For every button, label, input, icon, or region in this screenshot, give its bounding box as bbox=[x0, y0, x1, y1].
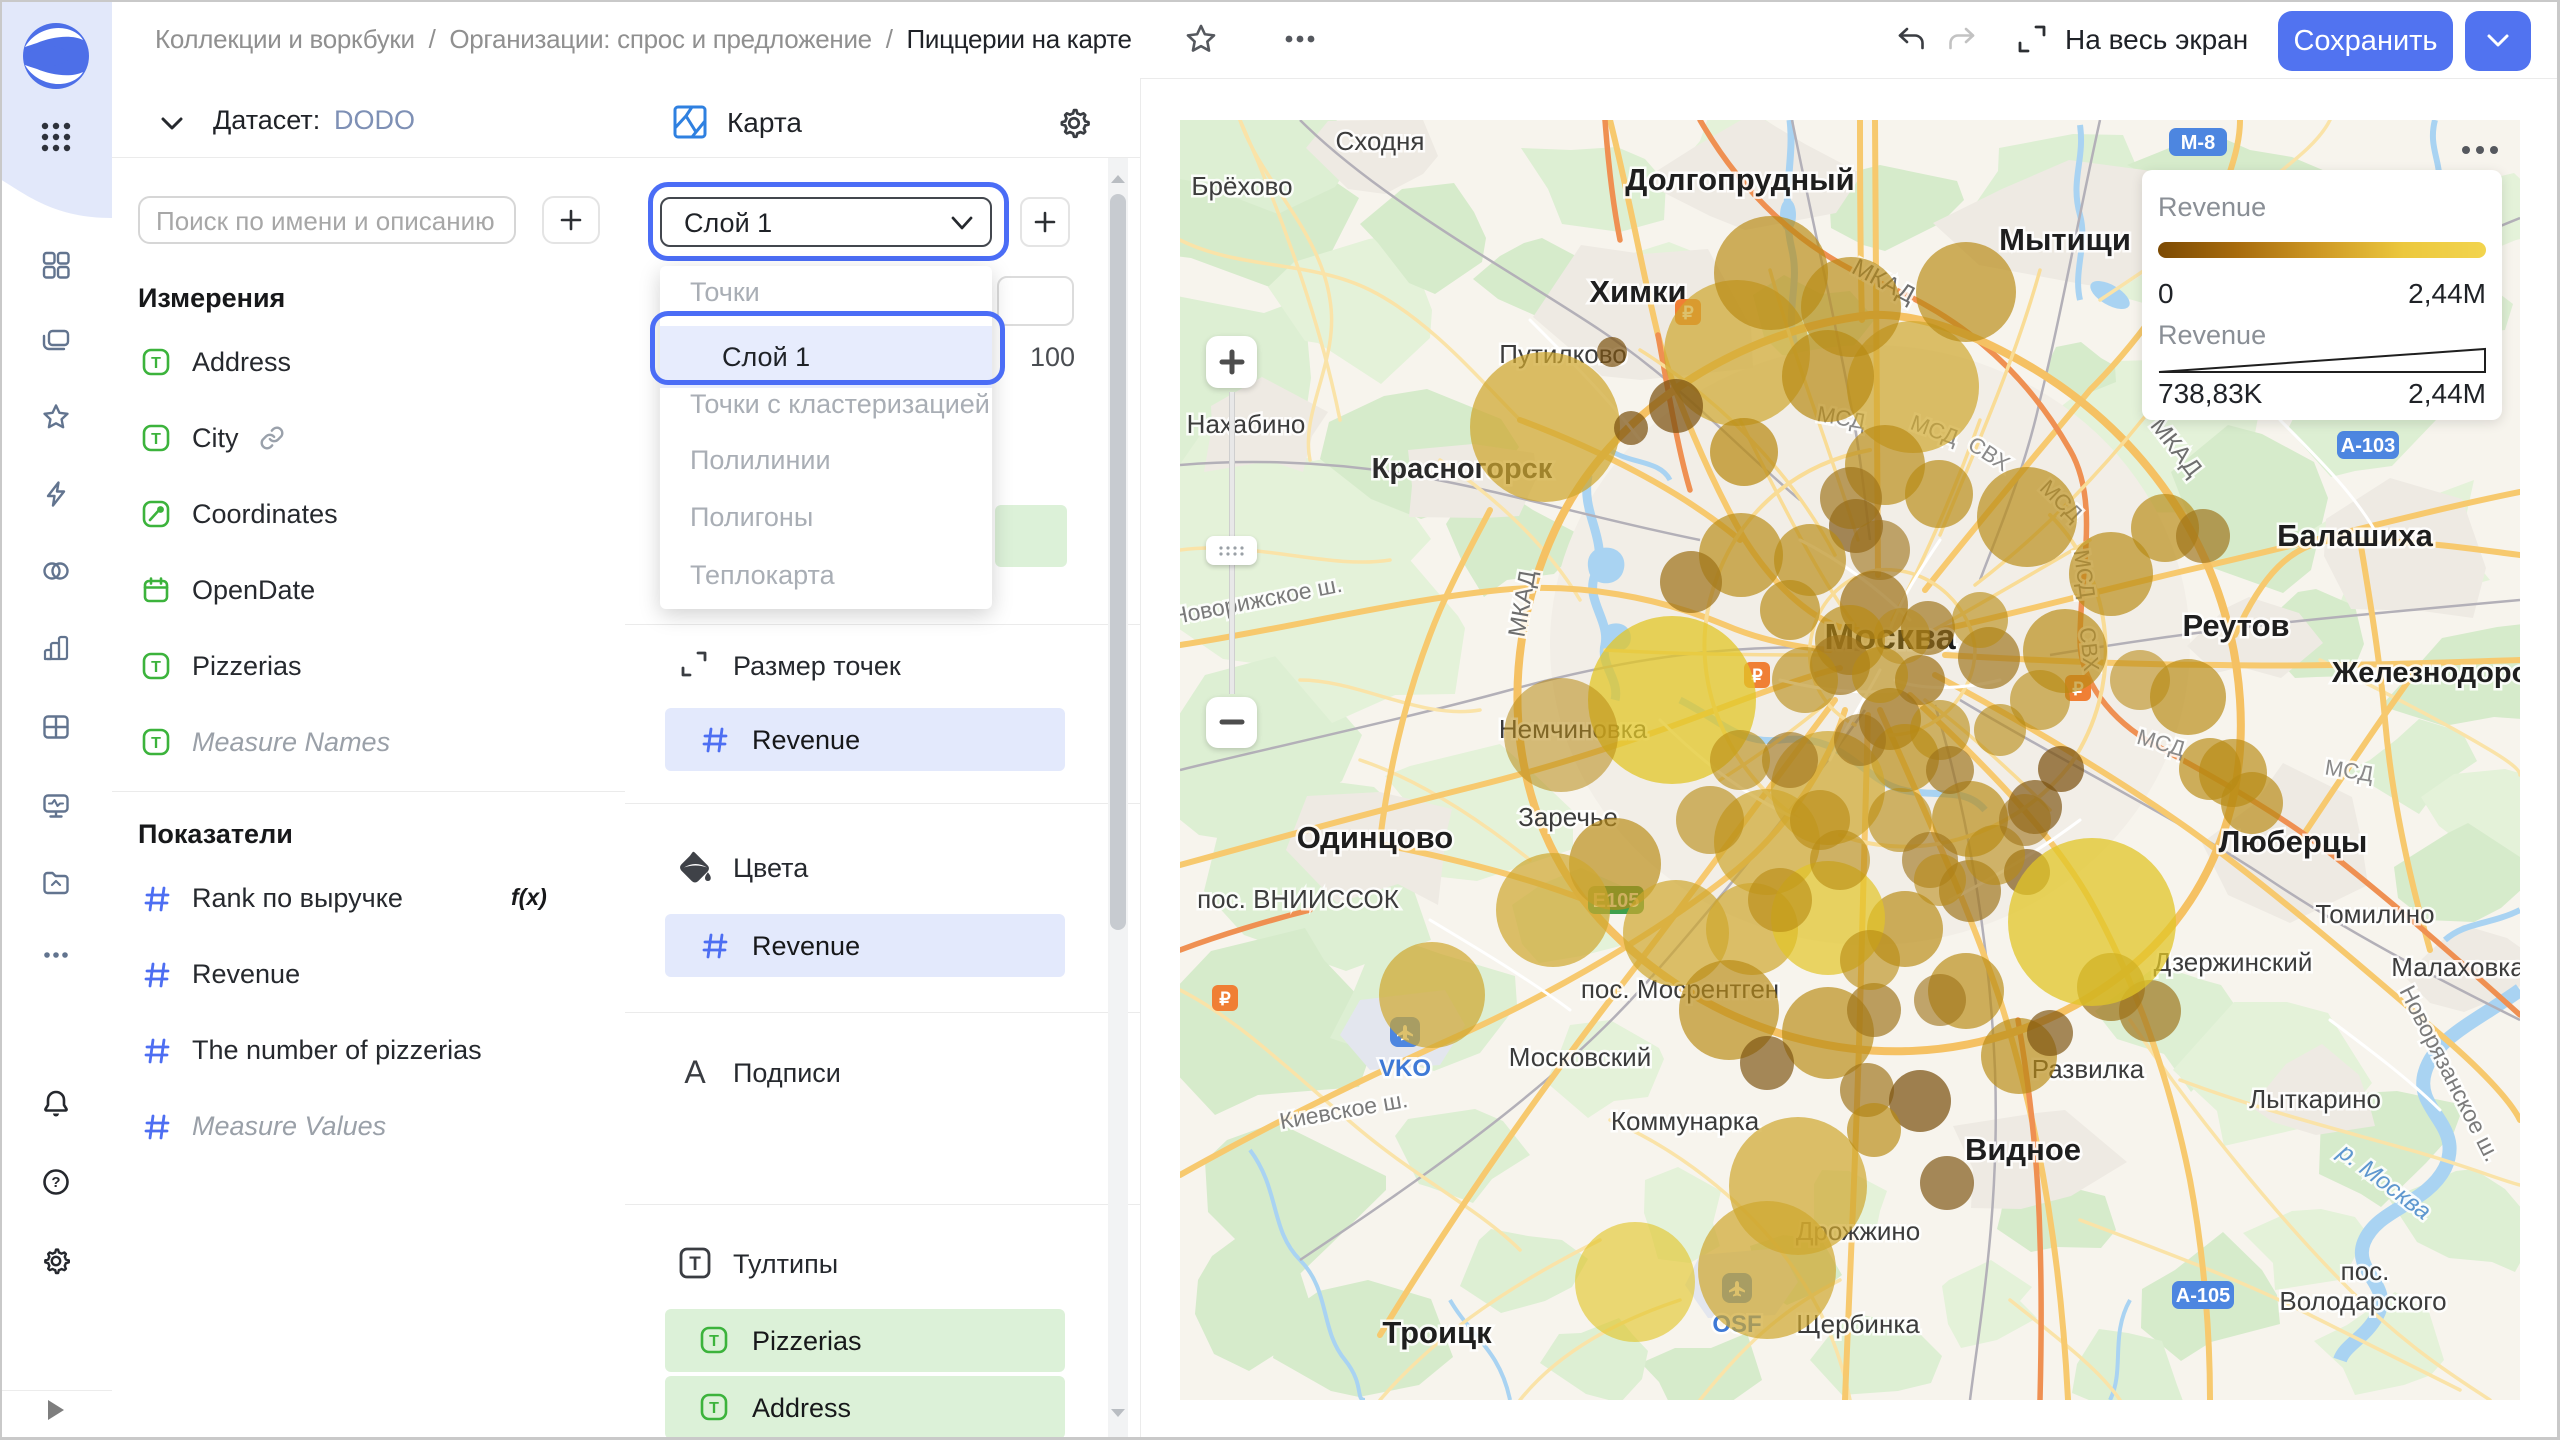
svg-text:Сходня: Сходня bbox=[1336, 126, 1425, 156]
svg-text:М-8: М-8 bbox=[2181, 132, 2215, 154]
svg-text:A: A bbox=[684, 1055, 706, 1089]
svg-text:T: T bbox=[151, 735, 161, 752]
svg-text:T: T bbox=[689, 1254, 701, 1275]
svg-text:T: T bbox=[709, 1400, 719, 1417]
svg-text:Брёхово: Брёхово bbox=[1191, 171, 1292, 201]
svg-text:Володарского: Володарского bbox=[2279, 1286, 2446, 1316]
svg-text:VKO: VKO bbox=[1379, 1055, 1431, 1082]
svg-text:T: T bbox=[151, 659, 161, 676]
svg-text:Малаховка: Малаховка bbox=[2391, 952, 2520, 982]
svg-text:Дзержинский: Дзержинский bbox=[2154, 947, 2313, 977]
svg-text:?: ? bbox=[51, 1174, 60, 1191]
svg-text:Балашиха: Балашиха bbox=[2277, 518, 2434, 553]
svg-text:Мытищи: Мытищи bbox=[1999, 222, 2131, 257]
svg-text:А-105: А-105 bbox=[2176, 1285, 2230, 1307]
svg-text:T: T bbox=[709, 1333, 719, 1350]
svg-text:Одинцово: Одинцово bbox=[1297, 820, 1453, 855]
svg-text:Лыткарино: Лыткарино bbox=[2249, 1084, 2381, 1114]
svg-text:Томилино: Томилино bbox=[2315, 899, 2434, 929]
svg-text:А-103: А-103 bbox=[2341, 435, 2395, 457]
svg-text:T: T bbox=[151, 431, 161, 448]
svg-text:Коммунарка: Коммунарка bbox=[1611, 1106, 1760, 1136]
svg-text:Железнодоро: Железнодоро bbox=[2331, 657, 2520, 689]
svg-text:Московский: Московский bbox=[1509, 1042, 1651, 1072]
svg-text:Видное: Видное bbox=[1965, 1132, 2081, 1167]
svg-text:Долгопрудный: Долгопрудный bbox=[1625, 162, 1854, 197]
svg-text:Нахабино: Нахабино bbox=[1187, 409, 1306, 439]
svg-text:пос. ВНИИССОК: пос. ВНИИССОК bbox=[1197, 884, 1399, 914]
svg-text:₽: ₽ bbox=[1219, 989, 1231, 1009]
svg-text:Троицк: Троицк bbox=[1382, 1315, 1492, 1350]
svg-text:пос.: пос. bbox=[2341, 1256, 2390, 1286]
svg-text:Реутов: Реутов bbox=[2182, 608, 2289, 643]
svg-text:T: T bbox=[151, 355, 161, 372]
svg-text:Химки: Химки bbox=[1589, 274, 1686, 309]
